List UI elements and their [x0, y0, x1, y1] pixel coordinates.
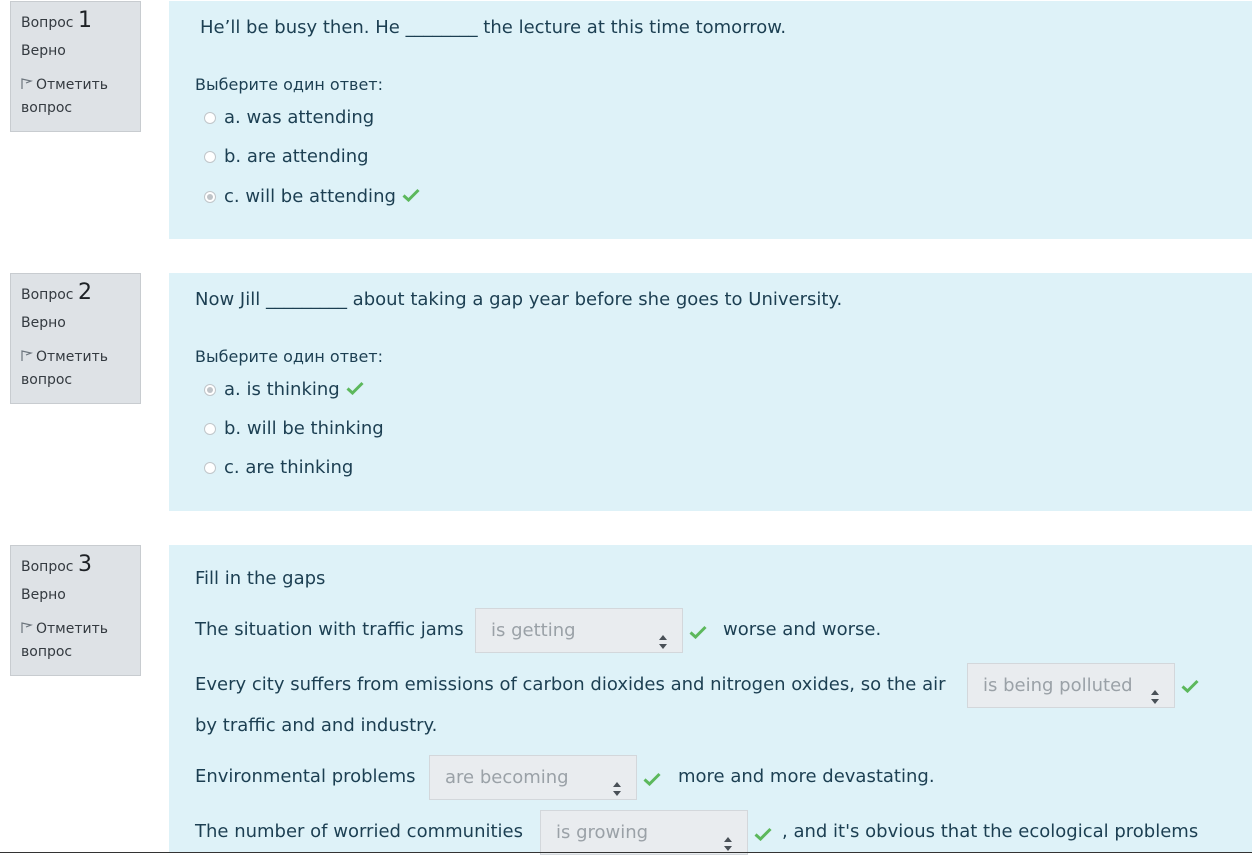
answer-option-selected[interactable]: a. is thinking — [169, 379, 364, 400]
gap-select[interactable]: is growing — [540, 810, 748, 855]
gap-sentence-text: worse and worse. — [723, 619, 882, 640]
radio-button[interactable] — [204, 111, 216, 124]
gap-sentence-text: The number of worried communities — [195, 821, 523, 842]
sort-arrows-icon — [658, 623, 668, 666]
flag-icon — [21, 622, 34, 633]
sort-arrows-icon — [1150, 678, 1160, 721]
select-value: is being polluted — [983, 675, 1133, 696]
flag-question-button[interactable]: Отметить вопрос — [21, 74, 130, 120]
select-value: is growing — [556, 822, 649, 843]
answer-prompt: Выберите один ответ: — [195, 75, 384, 94]
answer-option[interactable]: c. are thinking — [169, 457, 353, 478]
option-label: c. will be attending — [224, 186, 396, 207]
question-state: Верно — [21, 587, 66, 603]
answer-option[interactable]: b. will be thinking — [169, 418, 384, 439]
gap-select[interactable]: are becoming — [429, 755, 637, 800]
gap-select[interactable]: is getting — [475, 608, 683, 653]
question-text: Now Jill _________ about taking a gap ye… — [195, 289, 843, 310]
question-state: Верно — [21, 43, 66, 59]
question-state: Верно — [21, 315, 66, 331]
question-number: Вопрос 2 — [21, 280, 92, 305]
flag-question-button[interactable]: Отметить вопрос — [21, 618, 130, 664]
question-number: Вопрос 1 — [21, 8, 92, 33]
answer-option[interactable]: a. was attending — [169, 107, 374, 128]
question-info-3: Вопрос 3 Верно Отметить вопрос — [10, 545, 141, 676]
select-value: are becoming — [445, 767, 569, 788]
gap-sentence-text: by traffic and and industry. — [195, 715, 438, 736]
radio-button[interactable] — [204, 422, 216, 435]
radio-button[interactable] — [204, 461, 216, 474]
question-title: Fill in the gaps — [195, 568, 326, 589]
gap-select[interactable]: is being polluted — [967, 663, 1175, 708]
gap-sentence-text: Every city suffers from emissions of car… — [195, 674, 946, 695]
flag-question-button[interactable]: Отметить вопрос — [21, 346, 130, 392]
correct-check-icon — [346, 379, 364, 400]
gap-sentence-text: more and more devastating. — [678, 766, 935, 787]
select-value: is getting — [491, 620, 576, 641]
answer-prompt: Выберите один ответ: — [195, 347, 384, 366]
radio-button[interactable] — [204, 150, 216, 163]
answer-option-selected[interactable]: c. will be attending — [169, 186, 420, 207]
gap-sentence-text: The situation with traffic jams — [195, 619, 464, 640]
flag-icon — [21, 350, 34, 361]
option-label: b. are attending — [224, 146, 369, 167]
correct-check-icon — [643, 770, 661, 791]
gap-sentence-text: , and it's obvious that the ecological p… — [782, 821, 1199, 842]
question-content-3: Fill in the gaps The situation with traf… — [169, 545, 1252, 855]
question-number: Вопрос 3 — [21, 552, 92, 577]
sort-arrows-icon — [723, 825, 733, 868]
correct-check-icon — [754, 825, 772, 846]
question-text: He’ll be busy then. He ________ the lect… — [200, 17, 787, 38]
correct-check-icon — [689, 623, 707, 644]
correct-check-icon — [402, 186, 420, 207]
option-label: a. was attending — [224, 107, 375, 128]
answer-option[interactable]: b. are attending — [169, 146, 369, 167]
radio-button[interactable] — [204, 383, 216, 396]
option-label: a. is thinking — [224, 379, 340, 400]
flag-icon — [21, 78, 34, 89]
option-label: b. will be thinking — [224, 418, 384, 439]
sort-arrows-icon — [612, 770, 622, 813]
question-content-1: He’ll be busy then. He ________ the lect… — [169, 1, 1252, 239]
radio-button[interactable] — [204, 190, 216, 203]
question-content-2: Now Jill _________ about taking a gap ye… — [169, 273, 1252, 511]
question-info-1: Вопрос 1 Верно Отметить вопрос — [10, 1, 141, 132]
question-info-2: Вопрос 2 Верно Отметить вопрос — [10, 273, 141, 404]
gap-sentence-text: Environmental problems — [195, 766, 416, 787]
option-label: c. are thinking — [224, 457, 354, 478]
correct-check-icon — [1181, 677, 1199, 698]
